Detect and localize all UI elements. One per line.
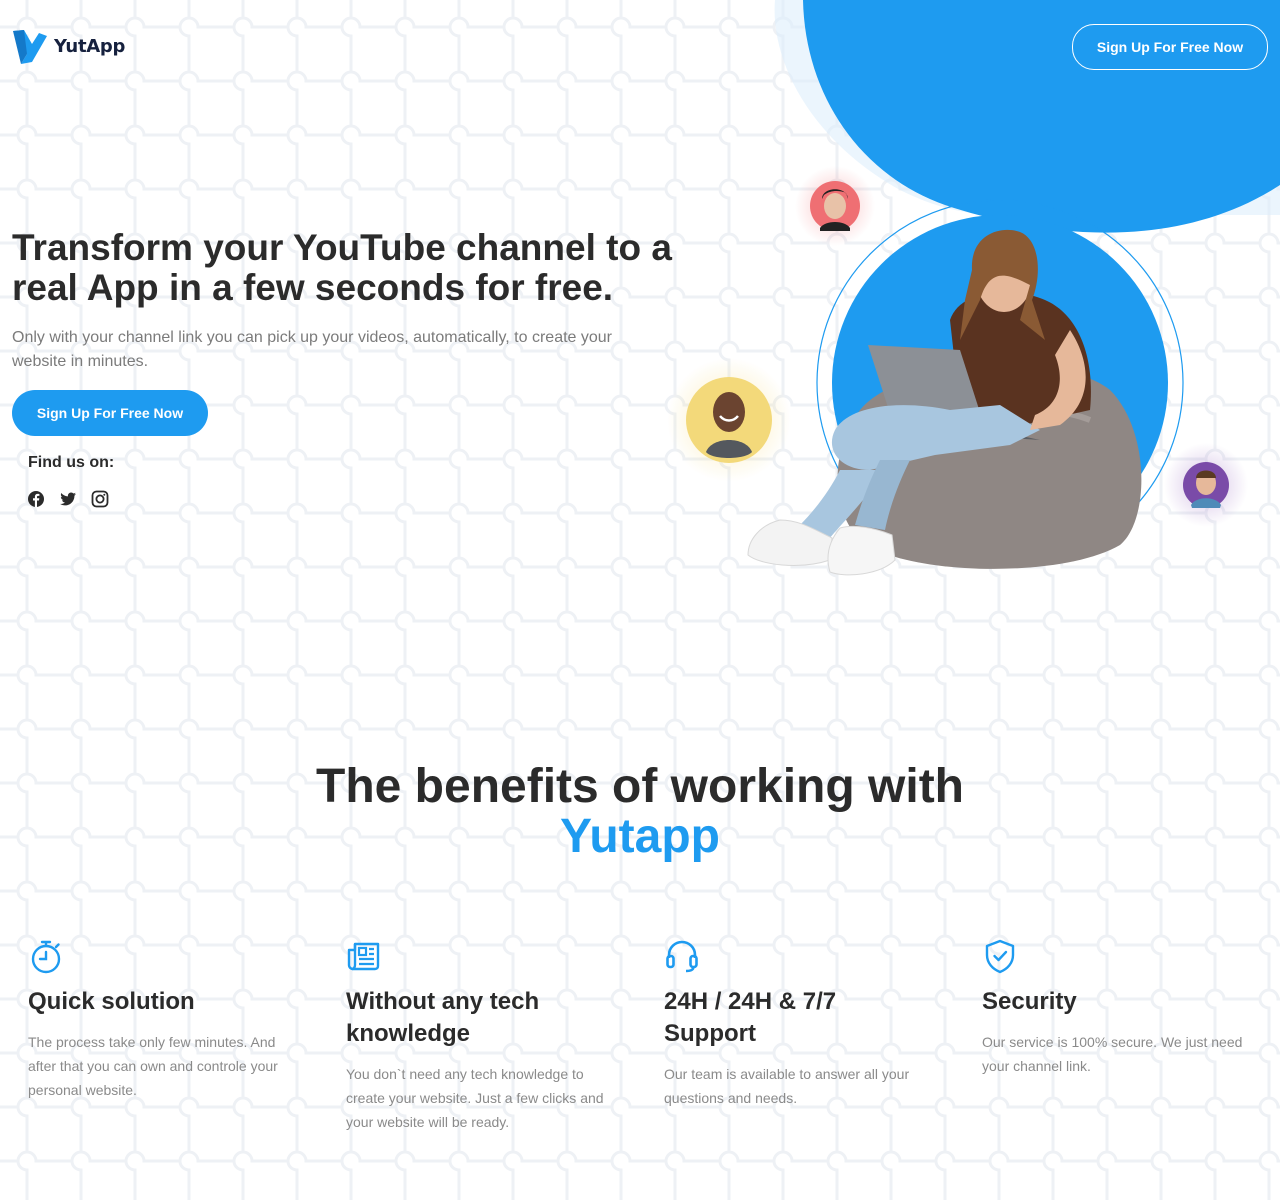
yutapp-logo-icon — [13, 30, 47, 64]
social-links — [27, 490, 109, 508]
facebook-icon — [28, 491, 44, 507]
feature-title: Security — [982, 988, 1077, 1015]
hero-subtitle: Only with your channel link you can pick… — [12, 329, 612, 370]
header-signup-button[interactable]: Sign Up For Free Now — [1072, 24, 1268, 70]
benefits-title-line: The benefits of working with — [316, 760, 964, 813]
find-us-label: Find us on: — [28, 454, 115, 471]
feature-title: Quick solution — [28, 988, 195, 1015]
newspaper-icon — [347, 942, 380, 971]
twitter-icon — [60, 492, 76, 506]
feature-title: 24H / 24H & 7/7 Support — [664, 988, 837, 1047]
feature-title: Without any tech knowledge — [346, 988, 540, 1047]
instagram-link[interactable] — [91, 490, 109, 508]
twitter-link[interactable] — [59, 490, 77, 508]
feature-text: The process take only few minutes. And a… — [28, 1034, 278, 1098]
feature-text: You don`t need any tech knowledge to cre… — [346, 1066, 604, 1130]
feature-support: 24H / 24H & 7/7 Support Our team is avai… — [664, 938, 934, 1110]
stopwatch-icon — [31, 940, 61, 974]
feature-quick-solution: Quick solution The process take only few… — [28, 938, 298, 1102]
facebook-link[interactable] — [27, 490, 45, 508]
hero-title: Transform your YouTube channel to a real… — [12, 227, 672, 308]
feature-text: Our team is available to answer all your… — [664, 1066, 910, 1106]
hero-signup-button[interactable]: Sign Up For Free Now — [12, 390, 208, 436]
shield-check-icon — [985, 939, 1015, 974]
feature-text: Our service is 100% secure. We just need… — [982, 1034, 1243, 1074]
benefits-title: The benefits of working with Yutapp — [0, 762, 1280, 862]
brand-logo[interactable]: YutApp — [12, 27, 125, 65]
headset-icon — [666, 940, 698, 973]
instagram-icon — [91, 490, 109, 508]
benefits-title-accent: Yutapp — [559, 810, 720, 863]
feature-no-tech: Without any tech knowledge You don`t nee… — [346, 938, 616, 1134]
feature-security: Security Our service is 100% secure. We … — [982, 938, 1252, 1078]
hero-illustration — [667, 0, 1280, 576]
brand-name: YutApp — [54, 35, 126, 57]
